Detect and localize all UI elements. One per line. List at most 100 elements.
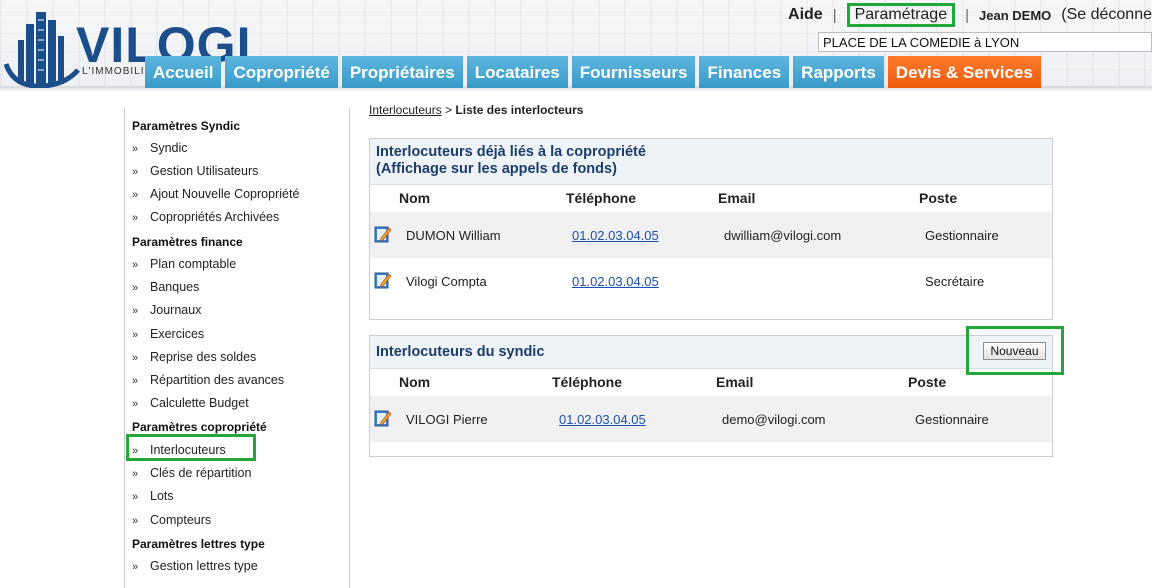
- table-row: VILOGI Pierre 01.02.03.04.05 demo@vilogi…: [370, 396, 1052, 442]
- sidebar-item-label: Plan comptable: [150, 257, 237, 271]
- main-nav: Accueil Copropriété Propriétaires Locata…: [145, 56, 1045, 88]
- column-header-telephone: Téléphone: [552, 374, 623, 390]
- contact-name: VILOGI Pierre: [406, 412, 488, 427]
- chevron-icon: »: [132, 259, 139, 271]
- nav-tab-fournisseurs[interactable]: Fournisseurs: [571, 56, 696, 88]
- chevron-icon: »: [132, 305, 139, 317]
- contact-phone-link[interactable]: 01.02.03.04.05: [572, 228, 659, 243]
- separator: |: [965, 6, 970, 24]
- sidebar-item-label: Gestion Utilisateurs: [150, 164, 259, 178]
- panel-title: Interlocuteurs déjà liés à la copropriét…: [376, 144, 646, 160]
- nav-tab-proprietaires[interactable]: Propriétaires: [341, 56, 463, 88]
- sidebar-item-lots[interactable]: » Lots: [132, 489, 174, 503]
- table-row: DUMON William 01.02.03.04.05 dwilliam@vi…: [370, 212, 1052, 258]
- sidebar-item-label: Calculette Budget: [150, 396, 249, 410]
- edit-icon[interactable]: [374, 409, 392, 427]
- sidebar-item-journaux[interactable]: » Journaux: [132, 303, 201, 317]
- sidebar-item-plan-comptable[interactable]: » Plan comptable: [132, 257, 236, 271]
- top-links: Aide | Paramétrage | Jean DEMO (Se décon…: [788, 3, 1152, 27]
- sidebar-item-label: Exercices: [150, 327, 205, 341]
- help-link[interactable]: Aide: [788, 6, 823, 24]
- contact-phone-link[interactable]: 01.02.03.04.05: [572, 274, 659, 289]
- sidebar-item-label: Banques: [150, 280, 200, 294]
- breadcrumb-link[interactable]: Interlocuteurs: [369, 103, 442, 117]
- sidebar-item-label: Reprise des soldes: [150, 350, 257, 364]
- sidebar-item-syndic[interactable]: » Syndic: [132, 141, 188, 155]
- sidebar-heading-finance: Paramètres finance: [132, 235, 243, 249]
- new-button-highlight: Nouveau: [966, 326, 1064, 375]
- column-header-poste: Poste: [908, 374, 947, 390]
- chevron-icon: »: [132, 398, 139, 410]
- nav-tab-finances[interactable]: Finances: [699, 56, 790, 88]
- sidebar-item-label: Ajout Nouvelle Copropriété: [150, 187, 300, 201]
- coproperty-select[interactable]: PLACE DE LA COMEDIE à LYON: [818, 32, 1152, 52]
- chevron-icon: »: [132, 468, 139, 480]
- breadcrumb: Interlocuteurs > Liste des interlocteurs: [369, 103, 583, 117]
- contact-name: Vilogi Compta: [406, 274, 487, 289]
- user-name: Jean DEMO: [979, 7, 1052, 23]
- chevron-icon: »: [132, 329, 139, 341]
- sidebar-item-label: Copropriétés Archivées: [150, 210, 280, 224]
- sidebar-item-reprise-soldes[interactable]: » Reprise des soldes: [132, 350, 256, 364]
- sidebar-item-label: Interlocuteurs: [150, 443, 226, 457]
- chevron-icon: »: [132, 189, 139, 201]
- contact-email: demo@vilogi.com: [722, 412, 826, 427]
- contact-phone-link[interactable]: 01.02.03.04.05: [559, 412, 646, 427]
- column-header-email: Email: [716, 374, 754, 390]
- column-header-nom: Nom: [399, 190, 431, 206]
- sidebar-item-compteurs[interactable]: » Compteurs: [132, 513, 211, 527]
- sidebar-item-label: Clés de répartition: [150, 466, 252, 480]
- sidebar-item-cles-repartition[interactable]: » Clés de répartition: [132, 466, 251, 480]
- chevron-icon: »: [132, 491, 139, 503]
- sidebar-item-calculette-budget[interactable]: » Calculette Budget: [132, 396, 249, 410]
- chevron-icon: »: [132, 212, 139, 224]
- sidebar-heading-copropriete: Paramètres copropriété: [132, 420, 267, 434]
- nav-tab-devis-services[interactable]: Devis & Services: [887, 56, 1041, 88]
- nav-tab-copropriete[interactable]: Copropriété: [225, 56, 338, 88]
- panel-header: Interlocuteurs déjà liés à la copropriét…: [370, 139, 1052, 185]
- contact-email: dwilliam@vilogi.com: [724, 228, 842, 243]
- chevron-icon: »: [132, 561, 139, 573]
- edit-icon[interactable]: [374, 271, 392, 289]
- contact-role: Gestionnaire: [915, 412, 989, 427]
- nav-tab-rapports[interactable]: Rapports: [793, 56, 884, 88]
- breadcrumb-separator: >: [445, 103, 453, 117]
- sidebar-item-label: Lots: [150, 489, 174, 503]
- panel-subtitle: (Affichage sur les appels de fonds): [376, 161, 617, 177]
- sidebar-item-banques[interactable]: » Banques: [132, 280, 199, 294]
- contact-name: DUMON William: [406, 228, 501, 243]
- sidebar-item-label: Gestion lettres type: [150, 559, 258, 573]
- table-row: Vilogi Compta 01.02.03.04.05 Secrétaire: [370, 258, 1052, 304]
- sidebar-item-coproprietes-archivees[interactable]: » Copropriétés Archivées: [132, 210, 279, 224]
- chevron-icon: »: [132, 166, 139, 178]
- building-logo-icon: [4, 12, 80, 88]
- column-header-email: Email: [718, 190, 756, 206]
- breadcrumb-current: Liste des interlocteurs: [455, 103, 584, 117]
- chevron-icon: »: [132, 445, 139, 457]
- sidebar-item-exercices[interactable]: » Exercices: [132, 327, 204, 341]
- nav-tab-accueil[interactable]: Accueil: [145, 56, 222, 88]
- sidebar-heading-syndic: Paramètres Syndic: [132, 119, 241, 133]
- contact-role: Gestionnaire: [925, 228, 999, 243]
- panel-title: Interlocuteurs du syndic: [376, 344, 545, 360]
- sidebar-item-interlocuteurs[interactable]: » Interlocuteurs: [132, 443, 226, 457]
- sidebar-item-gestion-lettres-type[interactable]: » Gestion lettres type: [132, 559, 258, 573]
- column-header-poste: Poste: [919, 190, 958, 206]
- settings-link[interactable]: Paramétrage: [846, 3, 956, 27]
- sidebar-item-repartition-avances[interactable]: » Répartition des avances: [132, 373, 284, 387]
- chevron-icon: »: [132, 282, 139, 294]
- new-contact-button[interactable]: Nouveau: [983, 342, 1046, 360]
- sidebar-item-label: Compteurs: [150, 513, 212, 527]
- nav-tab-locataires[interactable]: Locataires: [466, 56, 568, 88]
- sidebar-item-ajout-copropriete[interactable]: » Ajout Nouvelle Copropriété: [132, 187, 299, 201]
- chevron-icon: »: [132, 352, 139, 364]
- linked-contacts-panel: Interlocuteurs déjà liés à la copropriét…: [369, 138, 1053, 320]
- chevron-icon: »: [132, 515, 139, 527]
- logout-link[interactable]: (Se déconne: [1061, 6, 1152, 24]
- column-header-nom: Nom: [399, 374, 431, 390]
- settings-sidebar: Paramètres Syndic » Syndic » Gestion Utili…: [124, 108, 350, 588]
- panel-header: Interlocuteurs du syndic: [370, 336, 1052, 369]
- edit-icon[interactable]: [374, 225, 392, 243]
- sidebar-item-label: Syndic: [150, 141, 188, 155]
- sidebar-item-gestion-utilisateurs[interactable]: » Gestion Utilisateurs: [132, 164, 258, 178]
